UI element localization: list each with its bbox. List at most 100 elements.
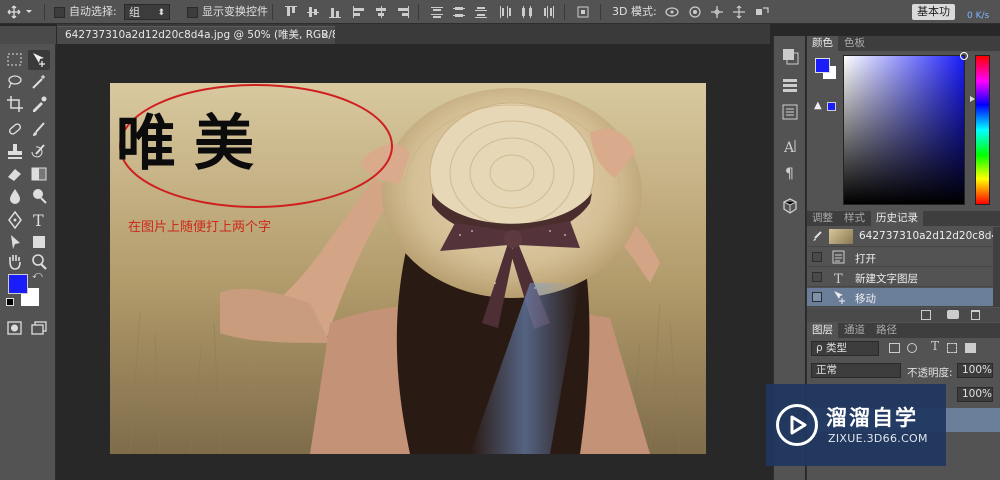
distribute-bottom-icon[interactable] [474,5,488,19]
layer-filter-dropdown[interactable]: ρ 类型 [811,341,879,356]
tab-adjustments[interactable]: 调整 [807,211,838,226]
brush-tool-icon[interactable] [28,120,50,140]
filter-adjustment-icon[interactable] [907,343,917,353]
healing-brush-tool-icon[interactable] [4,120,26,140]
tab-color[interactable]: 颜色 [807,36,838,51]
default-colors-icon[interactable] [6,298,14,306]
history-brush-source-icon[interactable] [811,230,823,242]
document-icon [831,250,847,264]
distribute-right-icon[interactable] [542,5,556,19]
filter-type-icon[interactable]: T [931,339,939,353]
tab-swatches[interactable]: 色板 [839,36,870,51]
magic-wand-tool-icon[interactable] [28,72,50,92]
move-tool-preset-icon[interactable] [6,4,36,20]
divider [418,4,419,20]
clone-stamp-tool-icon[interactable] [4,142,26,162]
screen-mode-icon[interactable] [28,318,50,338]
auto-select-checkbox[interactable] [54,7,65,18]
close-icon[interactable]: × [321,27,329,44]
history-state-move[interactable]: 移动 [807,288,993,307]
paragraph-panel-icon[interactable]: ¶ [780,162,800,182]
auto-align-layers-icon[interactable] [576,5,590,19]
camera-icon[interactable] [947,310,959,319]
tab-history[interactable]: 历史记录 [871,211,923,226]
divider [600,4,601,20]
pen-tool-icon[interactable] [4,210,26,230]
roll-3d-icon[interactable] [688,5,702,19]
character-panel-icon[interactable]: A [780,136,800,156]
swap-colors-icon[interactable]: ⤺ [32,270,43,281]
actions-panel-icon[interactable] [780,76,800,96]
history-brush-tool-icon[interactable] [28,142,50,162]
history-state-checkbox[interactable] [812,252,822,262]
show-transform-checkbox[interactable] [187,7,198,18]
lasso-tool-icon[interactable] [4,72,26,92]
tab-layers[interactable]: 图层 [807,323,838,338]
new-document-from-state-icon[interactable] [921,310,931,320]
gradient-tool-icon[interactable] [28,164,50,184]
filter-smart-object-icon[interactable] [965,343,976,353]
align-bottom-icon[interactable] [328,5,342,19]
auto-select-label: 自动选择: [69,5,117,18]
distribute-vcenter-icon[interactable] [452,5,466,19]
canvas-area[interactable]: 唯美 在图片上随便打上两个字 [57,44,770,480]
distribute-top-icon[interactable] [430,5,444,19]
slide-3d-icon[interactable] [732,5,746,19]
blur-tool-icon[interactable] [4,186,26,206]
auto-select-dropdown[interactable]: 组 ⬍ [124,4,170,20]
eyedropper-tool-icon[interactable] [28,94,50,114]
foreground-color-swatch[interactable] [8,274,28,294]
history-state-open[interactable]: 打开 [807,248,993,267]
history-scrollbar[interactable] [993,227,1000,307]
canvas-big-text[interactable]: 唯美 [116,109,272,179]
web-safe-swatch[interactable] [827,102,836,111]
type-tool-icon[interactable]: T [28,210,50,230]
document-image[interactable]: 唯美 在图片上随便打上两个字 [110,83,706,454]
marquee-tool-icon[interactable] [4,50,26,70]
history-panel-icon[interactable] [780,46,800,66]
quick-mask-icon[interactable] [4,318,26,338]
move-icon [831,290,847,304]
align-top-icon[interactable] [284,5,298,19]
hand-tool-icon[interactable] [4,252,26,272]
trash-icon[interactable] [971,310,980,320]
opacity-input[interactable]: 100% [957,363,993,378]
hue-slider-handle[interactable] [970,96,975,102]
scale-3d-icon[interactable] [754,5,769,19]
align-right-icon[interactable] [396,5,410,19]
color-picker-field[interactable] [843,52,968,205]
history-state-checkbox[interactable] [812,292,822,302]
crop-tool-icon[interactable] [4,94,26,114]
3d-panel-icon[interactable] [780,196,800,216]
move-tool-icon[interactable] [28,50,50,70]
panel-fg-swatch[interactable] [815,58,830,73]
filter-shape-icon[interactable] [947,343,957,353]
history-state-checkbox[interactable] [812,272,822,282]
hue-slider[interactable] [970,55,990,205]
workspace-switcher-button[interactable]: 基本功 [912,4,955,20]
blend-mode-dropdown[interactable]: 正常 [811,363,901,378]
tab-paths[interactable]: 路径 [871,323,902,338]
zoom-tool-icon[interactable] [28,252,50,272]
filter-pixel-icon[interactable] [889,343,900,353]
dodge-tool-icon[interactable] [28,186,50,206]
properties-panel-icon[interactable] [780,102,800,122]
rectangle-tool-icon[interactable] [28,232,50,252]
history-snapshot-row[interactable]: 642737310a2d12d20c8d4a.jpg [807,227,1000,247]
tools-panel-grip[interactable] [0,26,56,44]
align-left-icon[interactable] [352,5,366,19]
align-hcenter-icon[interactable] [374,5,388,19]
document-tab[interactable]: 642737310a2d12d20c8d4a.jpg @ 50% (唯美, RG… [57,26,335,44]
eraser-tool-icon[interactable] [4,164,26,184]
history-state-new-type-layer[interactable]: T 新建文字图层 [807,268,993,287]
tab-channels[interactable]: 通道 [839,323,870,338]
tab-styles[interactable]: 样式 [839,211,870,226]
fill-input[interactable]: 100% [957,387,993,402]
drag-3d-icon[interactable] [710,5,724,19]
align-vcenter-icon[interactable] [306,5,320,19]
rotate-3d-icon[interactable] [664,5,679,19]
color-panel-tabs: 颜色 色板 [807,36,1000,51]
distribute-left-icon[interactable] [498,5,512,19]
distribute-hcenter-icon[interactable] [520,5,534,19]
path-selection-tool-icon[interactable] [4,232,26,252]
